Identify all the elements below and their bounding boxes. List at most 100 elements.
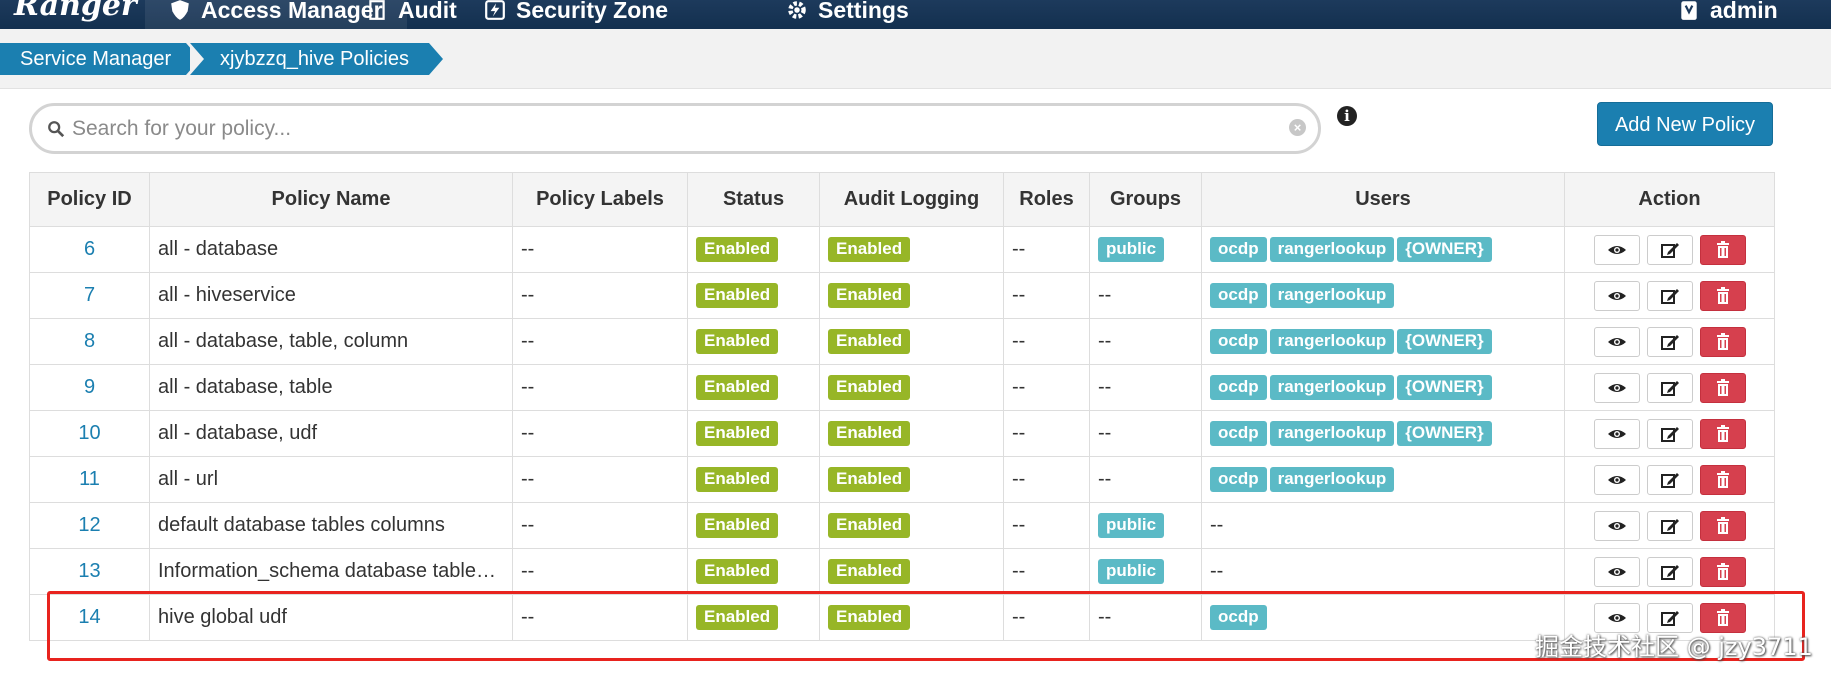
nav-security-zone[interactable]: Security Zone: [460, 0, 692, 29]
edit-policy-button[interactable]: [1646, 280, 1693, 311]
user-tag: rangerlookup: [1269, 375, 1395, 400]
view-policy-button[interactable]: [1593, 556, 1640, 587]
groups-cell: public: [1089, 502, 1202, 549]
delete-policy-button[interactable]: [1699, 280, 1746, 311]
policy-name: all - database, udf: [149, 410, 513, 457]
status-cell: Enabled: [687, 502, 820, 549]
roles-cell: --: [1003, 502, 1090, 549]
delete-policy-button[interactable]: [1699, 326, 1746, 357]
eye-icon: [1607, 470, 1627, 490]
edit-icon: [1660, 332, 1680, 352]
table-row: 6 all - database -- Enabled Enabled -- public o…: [29, 226, 1775, 273]
table-row: 14 hive global udf -- Enabled Enabled -- -- ocd…: [29, 594, 1775, 641]
audit-logging-badge: Enabled: [828, 283, 911, 308]
watermark: 掘金技术社区 @ jzy3711: [1535, 633, 1813, 661]
delete-policy-button[interactable]: [1699, 372, 1746, 403]
header-policy-id[interactable]: Policy ID: [29, 172, 150, 227]
delete-policy-button[interactable]: [1699, 418, 1746, 449]
user-tag: ocdp: [1210, 421, 1267, 446]
view-policy-button[interactable]: [1593, 418, 1640, 449]
edit-icon: [1660, 608, 1680, 628]
view-policy-button[interactable]: [1593, 326, 1640, 357]
trash-icon: [1713, 562, 1733, 582]
eye-icon: [1607, 286, 1627, 306]
search-input[interactable]: [72, 113, 1252, 145]
edit-policy-button[interactable]: [1646, 418, 1693, 449]
header-action: Action: [1564, 172, 1775, 227]
policy-id-link[interactable]: 6: [29, 226, 150, 273]
groups-cell: --: [1089, 272, 1202, 319]
edit-icon: [1660, 470, 1680, 490]
policy-id-link[interactable]: 10: [29, 410, 150, 457]
policy-labels: --: [512, 226, 688, 273]
view-policy-button[interactable]: [1593, 372, 1640, 403]
delete-policy-button[interactable]: [1699, 556, 1746, 587]
users-empty: --: [1210, 560, 1224, 582]
audit-cell: Enabled: [819, 364, 1004, 411]
policy-labels: --: [512, 272, 688, 319]
ranger-logo[interactable]: Ranger: [14, 0, 137, 23]
audit-cell: Enabled: [819, 410, 1004, 457]
status-cell: Enabled: [687, 272, 820, 319]
audit-cell: Enabled: [819, 502, 1004, 549]
roles-cell: --: [1003, 456, 1090, 503]
view-policy-button[interactable]: [1593, 464, 1640, 495]
delete-policy-button[interactable]: [1699, 510, 1746, 541]
policy-name: all - hiveservice: [149, 272, 513, 319]
table-row: 7 all - hiveservice -- Enabled Enabled -- -- oc…: [29, 272, 1775, 319]
add-new-policy-button[interactable]: Add New Policy: [1597, 102, 1773, 146]
policy-id-link[interactable]: 9: [29, 364, 150, 411]
status-badge: Enabled: [696, 467, 779, 492]
user-menu[interactable]: admin: [1654, 0, 1802, 29]
policy-id-link[interactable]: 8: [29, 318, 150, 365]
policy-labels: --: [512, 548, 688, 595]
group-tag: public: [1098, 513, 1165, 538]
user-tag: ocdp: [1210, 375, 1267, 400]
eye-icon: [1607, 378, 1627, 398]
policy-id-link[interactable]: 12: [29, 502, 150, 549]
policy-name: all - database, table, column: [149, 318, 513, 365]
trash-icon: [1713, 240, 1733, 260]
edit-policy-button[interactable]: [1646, 510, 1693, 541]
policy-labels: --: [512, 318, 688, 365]
edit-policy-button[interactable]: [1646, 556, 1693, 587]
gear-icon: [788, 1, 806, 19]
breadcrumb-policies[interactable]: xjybzzq_hive Policies: [190, 43, 443, 75]
table-row: 8 all - database, table, column -- Enabled E…: [29, 318, 1775, 365]
edit-policy-button[interactable]: [1646, 326, 1693, 357]
policy-search-box[interactable]: ×: [29, 103, 1321, 154]
breadcrumb-service-manager[interactable]: Service Manager: [0, 43, 200, 75]
clear-search-icon[interactable]: ×: [1289, 119, 1306, 136]
user-tag: ocdp: [1210, 329, 1267, 354]
user-tag: {OWNER}: [1397, 421, 1492, 446]
policy-id-link[interactable]: 14: [29, 594, 150, 641]
policy-id-link[interactable]: 7: [29, 272, 150, 319]
policy-labels: --: [512, 594, 688, 641]
policy-name: hive global udf: [149, 594, 513, 641]
user-tag: rangerlookup: [1269, 283, 1395, 308]
brand-name: Ranger: [14, 0, 137, 23]
nav-settings[interactable]: Settings: [762, 0, 933, 29]
user-tag: rangerlookup: [1269, 467, 1395, 492]
delete-policy-button[interactable]: [1699, 464, 1746, 495]
view-policy-button[interactable]: [1593, 234, 1640, 265]
trash-icon: [1713, 286, 1733, 306]
status-cell: Enabled: [687, 410, 820, 457]
info-icon[interactable]: i: [1337, 106, 1357, 126]
trash-icon: [1713, 608, 1733, 628]
header-policy-name[interactable]: Policy Name: [149, 172, 513, 227]
roles-cell: --: [1003, 226, 1090, 273]
view-policy-button[interactable]: [1593, 510, 1640, 541]
status-cell: Enabled: [687, 318, 820, 365]
view-policy-button[interactable]: [1593, 280, 1640, 311]
policy-id-link[interactable]: 11: [29, 456, 150, 503]
edit-policy-button[interactable]: [1646, 372, 1693, 403]
delete-policy-button[interactable]: [1699, 234, 1746, 265]
status-cell: Enabled: [687, 364, 820, 411]
edit-policy-button[interactable]: [1646, 464, 1693, 495]
policy-id-link[interactable]: 13: [29, 548, 150, 595]
table-row: 13Information_schema database tables col…: [29, 548, 1775, 595]
edit-policy-button[interactable]: [1646, 234, 1693, 265]
header-users: Users: [1201, 172, 1565, 227]
nav-audit-label: Audit: [398, 0, 457, 23]
